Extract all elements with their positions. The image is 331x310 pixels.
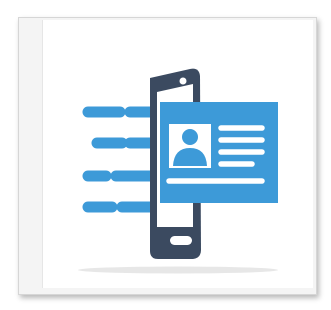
- home-button-icon: [170, 236, 192, 245]
- image-frame: [0, 0, 331, 310]
- mobile-id-card-transfer-icon: [78, 68, 278, 274]
- speed-lines: [82, 106, 156, 213]
- ground-shadow: [78, 266, 278, 274]
- camera-icon: [179, 77, 187, 85]
- id-card: [160, 102, 278, 203]
